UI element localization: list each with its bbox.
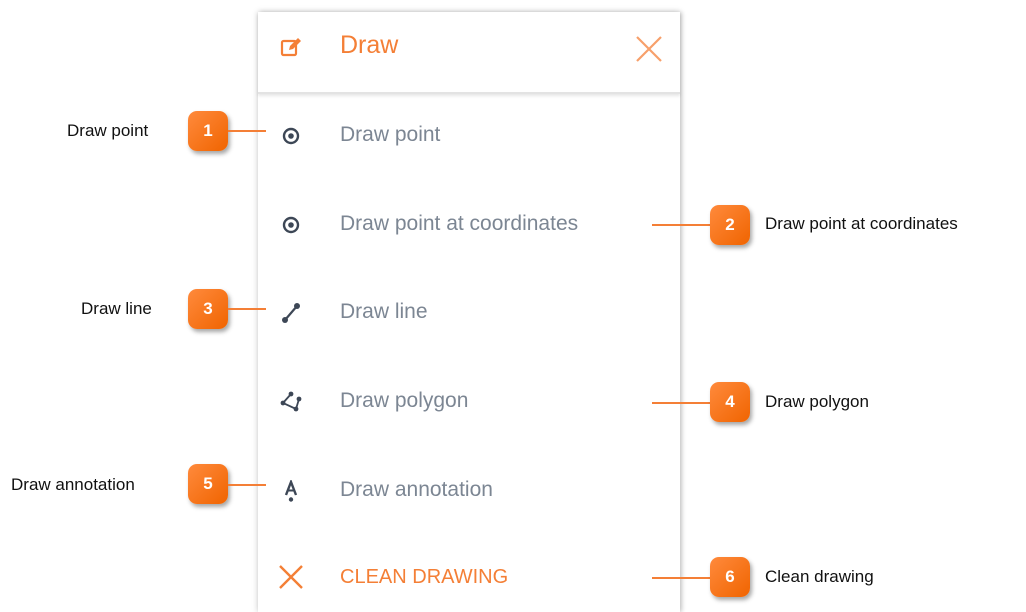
callout-badge-3: 3: [188, 289, 228, 329]
callout-badge-6: 6: [710, 557, 750, 597]
point-icon: [282, 127, 300, 145]
menu-item-label: Draw annotation: [340, 478, 493, 501]
point-icon: [282, 216, 300, 234]
menu-item-label: Draw polygon: [340, 389, 469, 412]
menu-item-draw-point[interactable]: Draw point: [258, 106, 680, 166]
menu-item-label: Draw point: [340, 123, 441, 146]
close-icon[interactable]: [635, 35, 663, 63]
menu-item-draw-line[interactable]: Draw line: [258, 283, 680, 343]
callout-leader-2: [652, 224, 710, 226]
callout-badge-5: 5: [188, 464, 228, 504]
callout-label-1: Draw point: [67, 121, 149, 140]
menu-item-draw-point-at-coordinates[interactable]: Draw point at coordinates: [258, 195, 680, 255]
callout-badge-2: 2: [710, 205, 750, 245]
callout-leader-6: [652, 577, 710, 579]
callout-leader-5: [228, 484, 266, 486]
line-icon: [282, 303, 300, 323]
callout-label-4: Draw polygon: [765, 392, 869, 411]
callout-badge-1: 1: [188, 111, 228, 151]
callout-leader-4: [652, 402, 710, 404]
menu-item-label: Draw line: [340, 300, 428, 323]
annotation-icon: [284, 480, 298, 502]
callout-label-2: Draw point at coordinates: [765, 214, 958, 233]
callout-label-3: Draw line: [81, 299, 152, 318]
callout-leader-1: [228, 130, 266, 132]
polygon-icon: [280, 391, 302, 412]
clean-drawing-button[interactable]: CLEAN DRAWING: [258, 548, 680, 608]
menu-item-draw-annotation[interactable]: Draw annotation: [258, 461, 680, 521]
menu-item-label: Draw point at coordinates: [340, 212, 579, 235]
close-icon: [279, 565, 303, 589]
draw-panel: Draw Draw point Draw point at coordinate…: [258, 12, 680, 612]
edit-icon: [280, 38, 301, 57]
callout-label-6: Clean drawing: [765, 567, 874, 586]
callout-badge-4: 4: [710, 382, 750, 422]
panel-title: Draw: [340, 31, 399, 59]
callout-leader-3: [228, 308, 266, 310]
panel-header: Draw: [258, 12, 680, 94]
callout-label-5: Draw annotation: [11, 475, 135, 494]
menu-item-label: CLEAN DRAWING: [340, 566, 509, 588]
menu-item-draw-polygon[interactable]: Draw polygon: [258, 372, 680, 432]
